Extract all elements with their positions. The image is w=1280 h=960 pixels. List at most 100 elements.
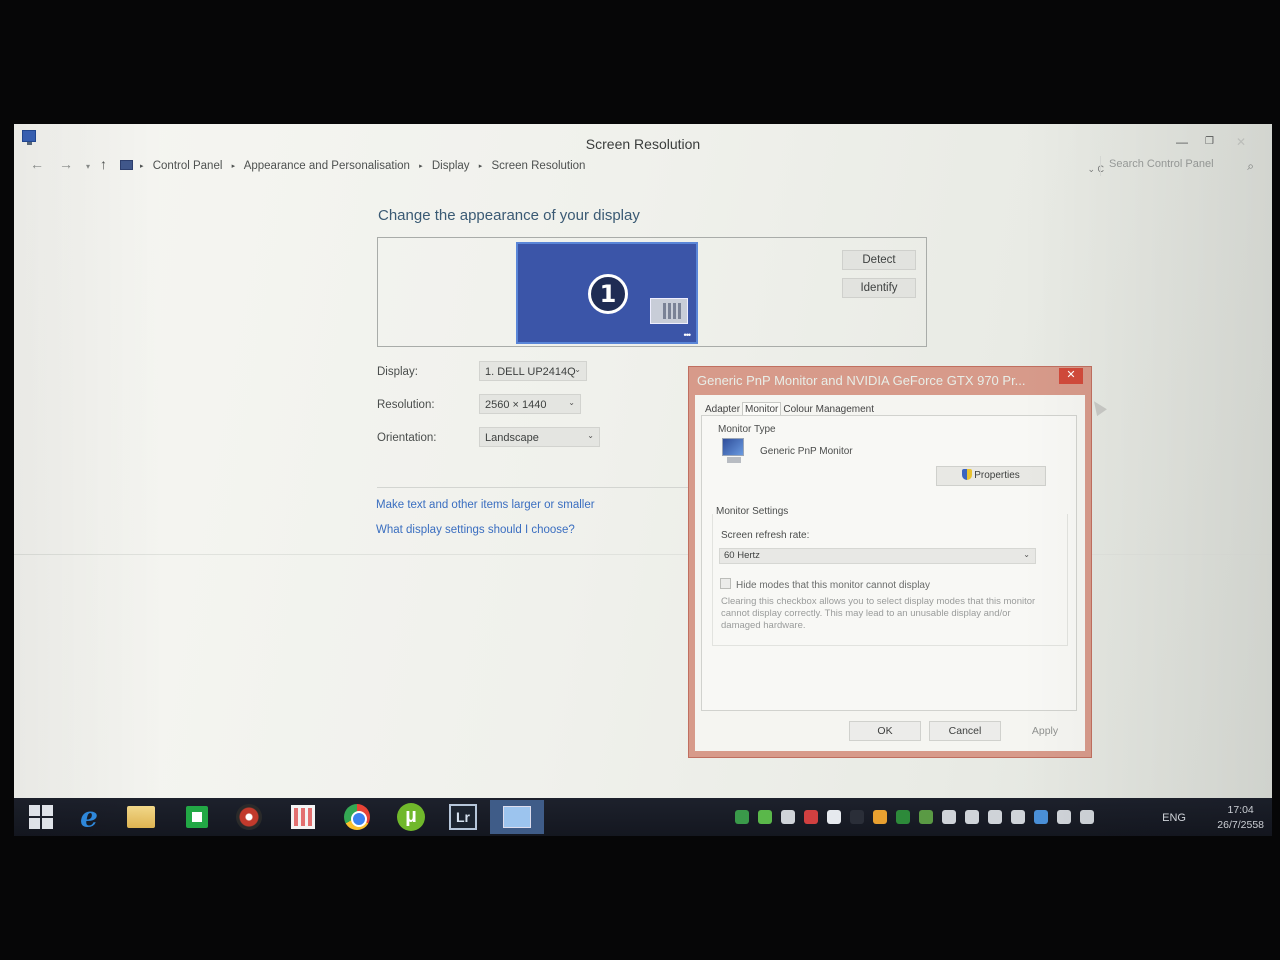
dialog-title: Generic PnP Monitor and NVIDIA GeForce G… (697, 373, 1026, 388)
ok-button[interactable]: OK (849, 721, 921, 741)
utorrent-taskbar-button[interactable]: µ (388, 800, 434, 834)
language-indicator[interactable]: ENG (1162, 812, 1186, 824)
tray-icon[interactable] (1011, 810, 1025, 824)
back-icon[interactable]: ← (30, 156, 44, 172)
breadcrumb-separator: ▸ (231, 163, 236, 170)
tray-icon[interactable] (896, 810, 910, 824)
hide-modes-checkbox[interactable] (720, 578, 731, 589)
tray-icon[interactable] (804, 810, 818, 824)
dialog-close-button[interactable]: ✕ (1059, 368, 1083, 384)
breadcrumb-screen-resolution[interactable]: Screen Resolution (491, 160, 585, 172)
clock[interactable]: 17:04 26/7/2558 (1217, 803, 1264, 833)
computer-icon (120, 160, 133, 170)
store-taskbar-button[interactable] (174, 800, 220, 834)
windows-logo-icon (29, 805, 53, 829)
control-panel-taskbar-button[interactable] (490, 800, 544, 834)
clock-time: 17:04 (1227, 804, 1254, 816)
file-explorer-taskbar-button[interactable] (118, 800, 164, 834)
display-select[interactable]: 1. DELL UP2414Q ⌄ (479, 361, 587, 381)
dialog-tabs: Adapter Monitor Colour Management (703, 399, 876, 417)
maximize-button[interactable]: ❐ (1205, 136, 1214, 147)
refresh-rate-label: Screen refresh rate: (721, 530, 810, 541)
orientation-select-value: Landscape (485, 432, 539, 444)
apply-button[interactable]: Apply (1009, 721, 1081, 741)
tray-icon[interactable] (965, 810, 979, 824)
tray-icon[interactable] (827, 810, 841, 824)
lightroom-icon: Lr (449, 804, 477, 830)
cancel-button[interactable]: Cancel (929, 721, 1001, 741)
breadcrumb-control-panel[interactable]: Control Panel (153, 160, 223, 172)
shield-icon (962, 469, 973, 480)
orientation-select[interactable]: Landscape ⌄ (479, 427, 600, 447)
title-bar: Screen Resolution — ❐ ✕ (14, 124, 1272, 158)
internet-explorer-icon: e (80, 800, 98, 834)
up-icon[interactable]: ↑ (100, 156, 107, 172)
chrome-taskbar-button[interactable] (334, 800, 380, 834)
properties-button[interactable]: Properties (936, 466, 1046, 486)
tray-icon[interactable] (919, 810, 933, 824)
refresh-rate-value: 60 Hertz (724, 550, 760, 561)
display-settings-help-link[interactable]: What display settings should I choose? (376, 524, 575, 536)
system-tray (735, 810, 1094, 824)
tray-icon[interactable] (1057, 810, 1071, 824)
monitor-name: Generic PnP Monitor (760, 446, 853, 457)
display-arrangement: 1 ••• Detect Identify (377, 237, 927, 347)
chevron-down-icon: ⌄ (568, 398, 575, 407)
hide-modes-label: Hide modes that this monitor cannot disp… (736, 580, 930, 591)
chrome-icon (344, 804, 370, 830)
lightroom-taskbar-button[interactable]: Lr (440, 800, 486, 834)
display-select-value: 1. DELL UP2414Q (485, 366, 576, 378)
display-label: Display: (377, 366, 418, 378)
tray-icon[interactable] (781, 810, 795, 824)
text-size-link[interactable]: Make text and other items larger or smal… (376, 499, 595, 511)
tray-icon[interactable] (988, 810, 1002, 824)
folder-icon (127, 806, 155, 828)
refresh-rate-select[interactable]: 60 Hertz ⌄ (719, 548, 1036, 564)
forward-icon[interactable]: → (59, 156, 73, 172)
start-button[interactable] (18, 800, 64, 834)
tray-icon[interactable] (942, 810, 956, 824)
monitor-tab-panel: Monitor Type Generic PnP Monitor Propert… (701, 415, 1077, 711)
close-button[interactable]: ✕ (1236, 135, 1246, 149)
monitor-dots: ••• (683, 330, 692, 340)
apps-taskbar-button[interactable] (280, 800, 326, 834)
search-icon[interactable]: ⌕ (1247, 159, 1254, 174)
breadcrumb-separator: ▸ (140, 163, 144, 170)
search-box[interactable]: ⌕ (1100, 156, 1260, 176)
monitor-tile[interactable]: 1 ••• (516, 242, 698, 344)
resolution-label: Resolution: (377, 399, 435, 411)
minimize-button[interactable]: — (1176, 135, 1188, 149)
tray-icon[interactable] (758, 810, 772, 824)
breadcrumb-appearance[interactable]: Appearance and Personalisation (244, 160, 410, 172)
resolution-select[interactable]: 2560 × 1440 ⌄ (479, 394, 581, 414)
tray-icon[interactable] (1080, 810, 1094, 824)
resolution-select-value: 2560 × 1440 (485, 399, 547, 411)
chevron-down-icon: ⌄ (587, 431, 594, 440)
dialog-body: Adapter Monitor Colour Management Monitor … (695, 395, 1085, 751)
recent-pages-chevron-icon[interactable]: ▾ (86, 162, 90, 171)
tray-icon[interactable] (735, 810, 749, 824)
internet-explorer-taskbar-button[interactable]: e (66, 800, 112, 834)
display-settings-icon (503, 806, 531, 828)
gear-app-icon (236, 804, 262, 830)
clock-date: 26/7/2558 (1217, 819, 1264, 831)
app-taskbar-button[interactable] (226, 800, 272, 834)
window-title: Screen Resolution (585, 136, 701, 152)
breadcrumb-display[interactable]: Display (432, 160, 470, 172)
keyboard-icon (650, 298, 688, 324)
chevron-down-icon: ⌄ (574, 365, 581, 374)
taskbar: e µ Lr ENG 17:04 26/7/2558 (14, 798, 1272, 836)
hide-modes-help-text: Clearing this checkbox allows you to sel… (721, 596, 1036, 631)
apps-grid-icon (291, 805, 315, 829)
breadcrumb-separator: ▸ (478, 163, 483, 170)
store-icon (186, 806, 208, 828)
monitor-screen: Screen Resolution — ❐ ✕ ← → ▾ ↑ ▸ Contro… (14, 124, 1272, 836)
chevron-down-icon: ⌄ (1023, 550, 1030, 559)
search-input[interactable] (1109, 158, 1229, 170)
utorrent-icon: µ (397, 803, 425, 831)
identify-button[interactable]: Identify (842, 278, 916, 298)
tray-icon[interactable] (873, 810, 887, 824)
tray-icon[interactable] (1034, 810, 1048, 824)
tray-icon[interactable] (850, 810, 864, 824)
detect-button[interactable]: Detect (842, 250, 916, 270)
